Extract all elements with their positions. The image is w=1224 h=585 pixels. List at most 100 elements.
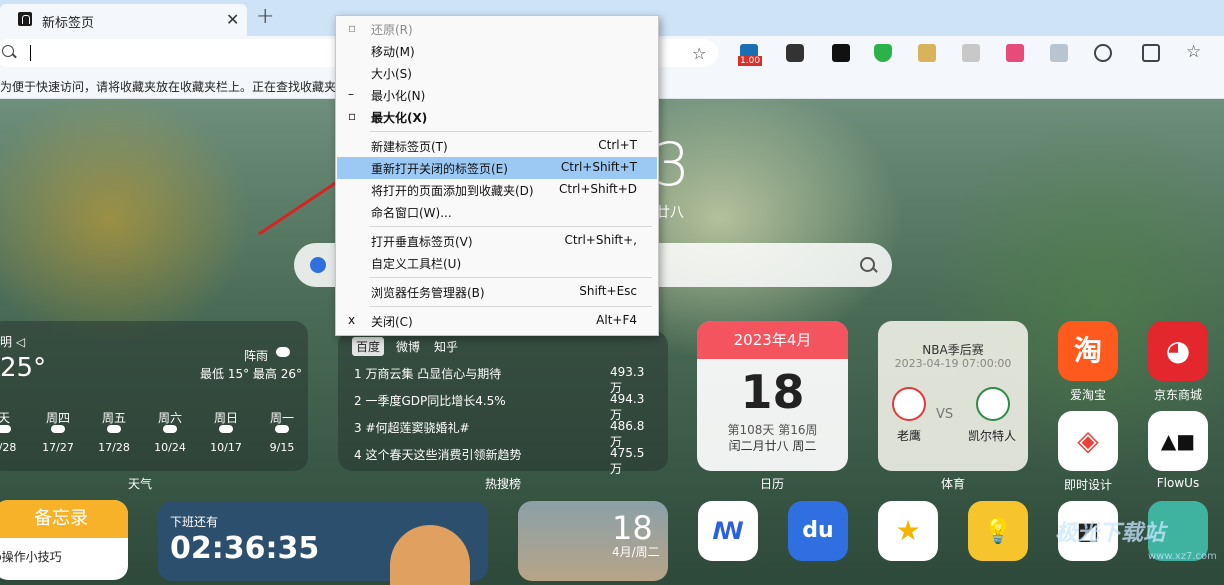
forecast-day: 天 (0, 411, 10, 425)
app-jishi[interactable]: ◈ (1058, 411, 1118, 471)
versus-text: VS (936, 407, 954, 422)
menu-item-label: 大小(S) (371, 67, 412, 81)
menu-item-new-tab[interactable]: 新建标签页(T) Ctrl+T (337, 135, 657, 157)
split-screen-icon[interactable] (1142, 44, 1160, 62)
extension-image-icon[interactable] (918, 44, 936, 62)
search-icon (2, 45, 14, 57)
cloud-icon (219, 425, 233, 433)
menu-item-vertical-tabs[interactable]: 打开垂直标签页(V) Ctrl+Shift+, (337, 230, 657, 252)
lightbulb-icon: 💡 (983, 517, 1013, 545)
menu-item-maximize[interactable]: ▫ 最大化(X) (337, 106, 657, 128)
forecast-day: 周六 (157, 411, 182, 425)
cat-illustration-icon (390, 525, 470, 585)
calendar-widget[interactable]: 2023年4月 18 第108天 第16周 闰二月廿八 周二 (697, 321, 848, 471)
off-work-countdown-widget[interactable]: 下班还有 02:36:35 (158, 501, 488, 585)
extension-glasses-icon[interactable] (786, 44, 804, 62)
restore-icon: ▫ (348, 21, 357, 35)
memo-widget[interactable]: 备忘录 b操作小技巧 (0, 500, 128, 580)
menu-item-size[interactable]: 大小(S) (337, 62, 657, 84)
menu-item-customize-toolbar[interactable]: 自定义工具栏(U) (337, 252, 657, 274)
weather-range: 最低 15° 最高 26° (200, 367, 302, 381)
extensions-puzzle-icon[interactable] (1094, 44, 1112, 62)
baidu-icon: du (802, 518, 834, 543)
menu-item-minimize[interactable]: – 最小化(N) (337, 84, 657, 106)
app-jd[interactable]: ◕ (1148, 321, 1208, 381)
extension-tv-icon[interactable] (1006, 44, 1024, 62)
add-favorite-icon[interactable]: ☆ (692, 44, 706, 63)
tab-close-icon[interactable]: ✕ (226, 10, 239, 29)
hawks-logo-icon (892, 387, 926, 421)
menu-item-restore[interactable]: ▫ 还原(R) (337, 18, 657, 40)
calendar-lunar-info: 闰二月廿八 周二 (728, 439, 817, 453)
rain-icon (275, 425, 289, 433)
clock-lunar-date: 廿八 (656, 205, 684, 221)
new-tab-button[interactable]: + (256, 4, 274, 29)
weather-location: 明 ◁ (0, 335, 26, 349)
text-caret (30, 45, 31, 61)
menu-item-shortcut: Ctrl+Shift+T (560, 160, 637, 174)
menu-item-shortcut: Alt+F4 (596, 313, 637, 327)
hot-search-widget[interactable]: 百度 微博 知乎 1 万商云集 凸显信心与期待 493.3万 2 一季度GDP同比… (338, 331, 668, 476)
forecast-day: 周四 (45, 411, 70, 425)
extension-clipboard-icon[interactable] (962, 44, 980, 62)
sports-date: 2023-04-19 07:00:00 (894, 357, 1012, 370)
photo-calendar-widget[interactable]: 18 4月/周二 (518, 501, 668, 581)
menu-item-label: 浏览器任务管理器(B) (371, 286, 485, 300)
menu-item-shortcut: Shift+Esc (579, 284, 637, 298)
app-flowus[interactable]: ▲■ (1148, 411, 1208, 471)
search-submit-icon[interactable] (860, 257, 875, 272)
app-itab-guide[interactable]: 💡 (968, 501, 1028, 561)
app-flowus-label: FlowUs (1156, 476, 1200, 490)
hot-search-row[interactable]: 3 #何超莲窦骁婚礼# 486.8万 (354, 419, 654, 449)
menu-item-reopen-closed-tab[interactable]: 重新打开关闭的标签页(E) Ctrl+Shift+T (337, 157, 657, 179)
rain-cloud-icon (276, 347, 290, 357)
app-taobao[interactable]: 淘 (1058, 321, 1118, 381)
browser-tab[interactable]: 新标签页 ✕ (0, 4, 247, 36)
menu-item-move[interactable]: 移动(M) (337, 40, 657, 62)
hot-search-row[interactable]: 4 这个春天这些消费引领新趋势 475.5万 (354, 446, 654, 476)
celtics-logo-icon (976, 387, 1010, 421)
sports-title: NBA季后赛 (922, 343, 984, 357)
sports-widget[interactable]: NBA季后赛 2023-04-19 07:00:00 VS 老鹰 凯尔特人 (878, 321, 1028, 471)
extension-itab-icon[interactable] (832, 44, 850, 62)
jishi-icon: ◈ (1077, 424, 1099, 457)
hot-tab-weibo[interactable]: 微博 (392, 337, 424, 356)
menu-item-label: 命名窗口(W)... (371, 206, 452, 220)
menu-item-shortcut: Ctrl+Shift+D (559, 182, 637, 196)
menu-item-task-manager[interactable]: 浏览器任务管理器(B) Shift+Esc (337, 281, 657, 303)
hot-tab-zhihu[interactable]: 知乎 (430, 337, 462, 356)
baidu-paw-icon[interactable] (310, 257, 326, 273)
menu-item-add-pages-to-favorites[interactable]: 将打开的页面添加到收藏夹(D) Ctrl+Shift+D (337, 179, 657, 201)
forecast-temp: 17/28 (98, 441, 130, 454)
team1-name: 老鹰 (896, 429, 921, 443)
extension-shield-icon[interactable] (874, 44, 892, 62)
app-taobao-label: 爱淘宝 (1069, 388, 1106, 402)
memo-item: b操作小技巧 (0, 550, 62, 564)
rain-icon (163, 425, 177, 433)
menu-separator (370, 277, 652, 278)
menu-item-label: 自定义工具栏(U) (371, 257, 462, 271)
weather-temperature: 25° (0, 353, 47, 383)
app-baidu[interactable]: du (788, 501, 848, 561)
photo-calendar-weekday: 4月/周二 (612, 545, 660, 559)
jd-icon: ◕ (1165, 334, 1191, 367)
watermark-url: www.xz7.com (1148, 551, 1217, 562)
watermark-logo: 极光下载站 (1055, 521, 1166, 546)
app-mita[interactable]: ꟿ (698, 501, 758, 561)
hot-search-row[interactable]: 1 万商云集 凸显信心与期待 493.3万 (354, 365, 654, 395)
menu-item-label: 重新打开关闭的标签页(E) (371, 162, 508, 176)
extension-picture-icon[interactable] (1050, 44, 1068, 62)
menu-item-close[interactable]: x 关闭(C) Alt+F4 (337, 310, 657, 332)
weather-widget-label: 天气 (127, 477, 152, 491)
hot-tab-baidu[interactable]: 百度 (352, 337, 385, 356)
forecast-day: 周一 (269, 411, 294, 425)
menu-item-shortcut: Ctrl+T (598, 138, 637, 152)
app-bookmarks[interactable]: ★ (878, 501, 938, 561)
favorites-icon[interactable]: ☆ (1186, 42, 1201, 62)
weather-widget[interactable]: 明 ◁ 25° 阵雨 最低 15° 最高 26° 天 周四 周五 周六 周日 周… (0, 321, 308, 471)
menu-item-label: 移动(M) (371, 45, 415, 59)
menu-item-name-window[interactable]: 命名窗口(W)... (337, 201, 657, 223)
cloud-icon (0, 425, 11, 433)
hot-search-row[interactable]: 2 一季度GDP同比增长4.5% 494.3万 (354, 392, 654, 422)
off-work-time: 02:36:35 (170, 531, 320, 566)
